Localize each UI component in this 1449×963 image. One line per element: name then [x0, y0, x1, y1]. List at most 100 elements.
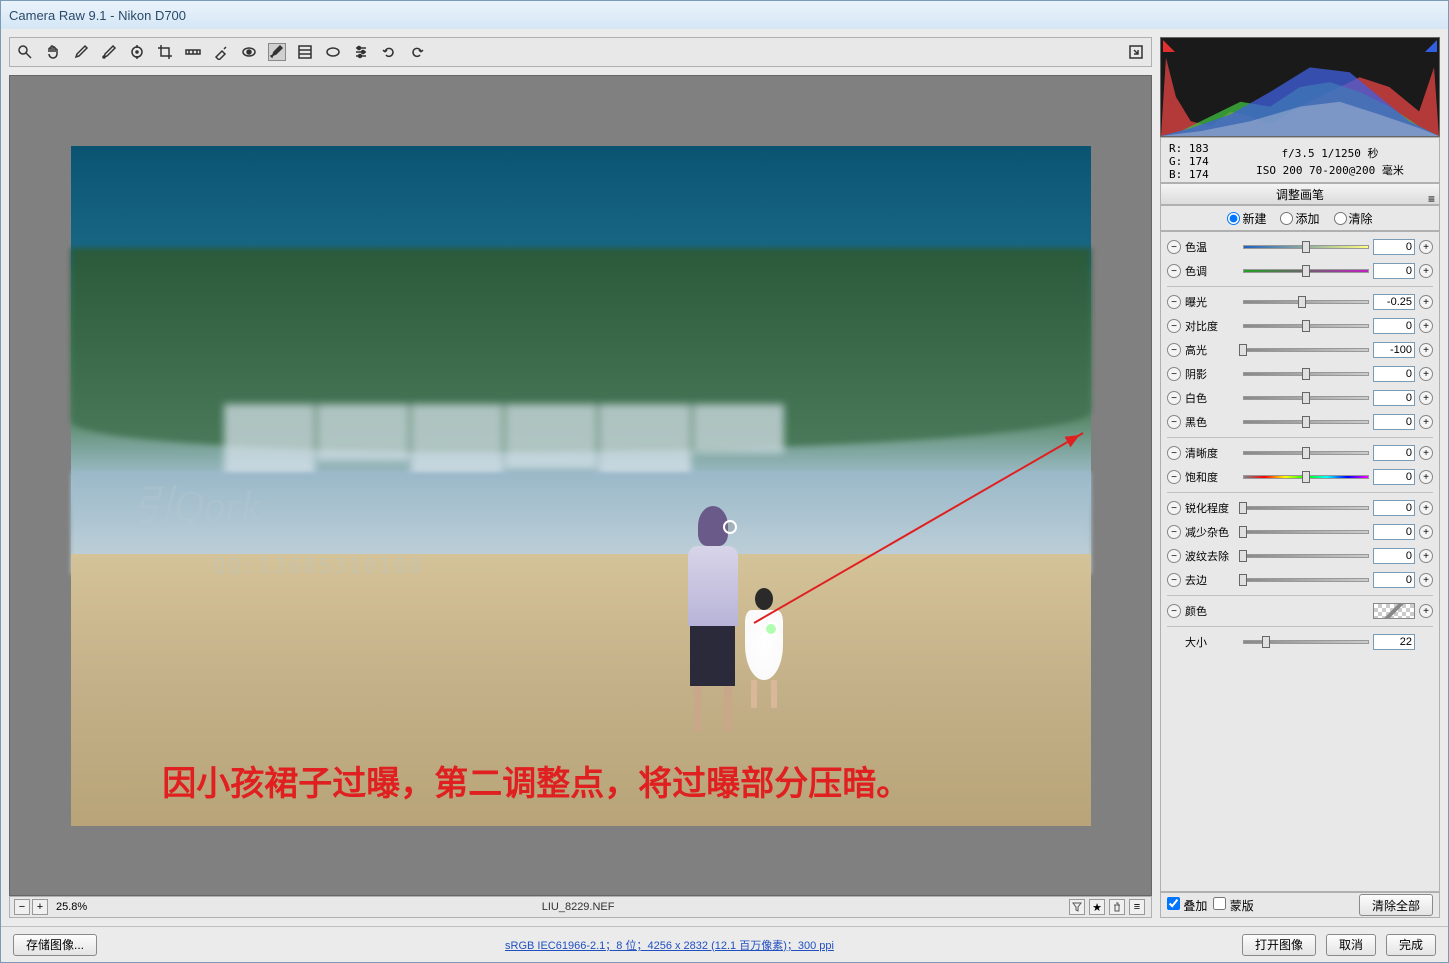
straighten-icon[interactable]	[184, 43, 202, 61]
slider-track-defringe[interactable]	[1243, 574, 1369, 586]
slider-value-saturation[interactable]	[1373, 469, 1415, 485]
panel-menu-icon[interactable]: ≡	[1428, 188, 1435, 210]
slider-minus-noise[interactable]: −	[1167, 525, 1181, 539]
list-icon[interactable]: ≡	[1129, 899, 1145, 915]
done-button[interactable]: 完成	[1386, 934, 1436, 956]
slider-plus-highlights[interactable]: +	[1419, 343, 1433, 357]
slider-plus-blacks[interactable]: +	[1419, 415, 1433, 429]
shadow-clip-icon[interactable]	[1163, 40, 1175, 52]
slider-plus-moire[interactable]: +	[1419, 549, 1433, 563]
slider-value-contrast[interactable]	[1373, 318, 1415, 334]
slider-value-blacks[interactable]	[1373, 414, 1415, 430]
mode-clear[interactable]: 清除	[1334, 210, 1373, 227]
slider-track-size[interactable]	[1243, 636, 1369, 648]
zoom-out-button[interactable]: −	[14, 899, 30, 915]
slider-value-shadows[interactable]	[1373, 366, 1415, 382]
slider-plus-saturation[interactable]: +	[1419, 470, 1433, 484]
slider-track-contrast[interactable]	[1243, 320, 1369, 332]
color-swatch[interactable]	[1373, 603, 1415, 619]
histogram[interactable]	[1160, 37, 1440, 137]
zoom-level[interactable]: 25.8%	[56, 901, 87, 913]
adjustment-brush-icon[interactable]	[268, 43, 286, 61]
prefs-icon[interactable]	[352, 43, 370, 61]
slider-minus-clarity[interactable]: −	[1167, 446, 1181, 460]
slider-minus-defringe[interactable]: −	[1167, 573, 1181, 587]
slider-value-moire[interactable]	[1373, 548, 1415, 564]
slider-minus-contrast[interactable]: −	[1167, 319, 1181, 333]
slider-minus-temp[interactable]: −	[1167, 240, 1181, 254]
slider-minus-shadows[interactable]: −	[1167, 367, 1181, 381]
fullscreen-icon[interactable]	[1127, 43, 1145, 61]
slider-value-sharpen[interactable]	[1373, 500, 1415, 516]
slider-track-clarity[interactable]	[1243, 447, 1369, 459]
rotate-ccw-icon[interactable]	[380, 43, 398, 61]
mode-new[interactable]: 新建	[1227, 210, 1266, 227]
rotate-cw-icon[interactable]	[408, 43, 426, 61]
slider-track-tint[interactable]	[1243, 265, 1369, 277]
slider-track-noise[interactable]	[1243, 526, 1369, 538]
slider-minus-whites[interactable]: −	[1167, 391, 1181, 405]
workflow-link[interactable]: sRGB IEC61966-2.1；8 位；4256 x 2832 (12.1 …	[107, 937, 1232, 953]
color-sampler-icon[interactable]	[100, 43, 118, 61]
slider-track-blacks[interactable]	[1243, 416, 1369, 428]
slider-minus-sharpen[interactable]: −	[1167, 501, 1181, 515]
save-image-button[interactable]: 存储图像...	[13, 934, 97, 956]
slider-plus-whites[interactable]: +	[1419, 391, 1433, 405]
slider-minus-color[interactable]: −	[1167, 604, 1181, 618]
filter-icon[interactable]	[1069, 899, 1085, 915]
slider-minus-blacks[interactable]: −	[1167, 415, 1181, 429]
slider-plus-defringe[interactable]: +	[1419, 573, 1433, 587]
slider-minus-moire[interactable]: −	[1167, 549, 1181, 563]
slider-value-exposure[interactable]	[1373, 294, 1415, 310]
trash-icon[interactable]	[1109, 899, 1125, 915]
mode-add[interactable]: 添加	[1280, 210, 1319, 227]
slider-plus-temp[interactable]: +	[1419, 240, 1433, 254]
slider-plus-contrast[interactable]: +	[1419, 319, 1433, 333]
cancel-button[interactable]: 取消	[1326, 934, 1376, 956]
adjustment-pin-1[interactable]	[723, 520, 737, 534]
slider-value-highlights[interactable]	[1373, 342, 1415, 358]
overlay-checkbox[interactable]: 叠加	[1167, 897, 1207, 914]
slider-value-temp[interactable]	[1373, 239, 1415, 255]
slider-plus-tint[interactable]: +	[1419, 264, 1433, 278]
image-canvas[interactable]: 引Qork QQ:13605310108 因小孩裙子过曝，第二调整点，将过曝部分…	[9, 75, 1152, 896]
slider-plus-noise[interactable]: +	[1419, 525, 1433, 539]
slider-value-whites[interactable]	[1373, 390, 1415, 406]
slider-track-whites[interactable]	[1243, 392, 1369, 404]
slider-plus-clarity[interactable]: +	[1419, 446, 1433, 460]
targeted-adjust-icon[interactable]	[128, 43, 146, 61]
rating-icon[interactable]: ★	[1089, 899, 1105, 915]
slider-minus-highlights[interactable]: −	[1167, 343, 1181, 357]
crop-icon[interactable]	[156, 43, 174, 61]
slider-value-clarity[interactable]	[1373, 445, 1415, 461]
redeye-icon[interactable]	[240, 43, 258, 61]
zoom-in-button[interactable]: +	[32, 899, 48, 915]
slider-track-exposure[interactable]	[1243, 296, 1369, 308]
slider-track-moire[interactable]	[1243, 550, 1369, 562]
slider-track-saturation[interactable]	[1243, 471, 1369, 483]
slider-plus-color[interactable]: +	[1419, 604, 1433, 618]
slider-minus-saturation[interactable]: −	[1167, 470, 1181, 484]
slider-track-temp[interactable]	[1243, 241, 1369, 253]
slider-value-noise[interactable]	[1373, 524, 1415, 540]
clear-all-button[interactable]: 清除全部	[1359, 894, 1433, 916]
zoom-tool-icon[interactable]	[16, 43, 34, 61]
adjustment-pin-2[interactable]	[764, 622, 778, 636]
slider-track-shadows[interactable]	[1243, 368, 1369, 380]
radial-filter-icon[interactable]	[324, 43, 342, 61]
hand-tool-icon[interactable]	[44, 43, 62, 61]
slider-value-size[interactable]	[1373, 634, 1415, 650]
slider-track-sharpen[interactable]	[1243, 502, 1369, 514]
spot-removal-icon[interactable]	[212, 43, 230, 61]
open-image-button[interactable]: 打开图像	[1242, 934, 1316, 956]
mask-checkbox[interactable]: 蒙版	[1213, 897, 1253, 914]
highlight-clip-icon[interactable]	[1425, 40, 1437, 52]
slider-minus-tint[interactable]: −	[1167, 264, 1181, 278]
slider-minus-exposure[interactable]: −	[1167, 295, 1181, 309]
slider-plus-shadows[interactable]: +	[1419, 367, 1433, 381]
slider-value-tint[interactable]	[1373, 263, 1415, 279]
eyedropper-white-icon[interactable]	[72, 43, 90, 61]
slider-track-highlights[interactable]	[1243, 344, 1369, 356]
slider-plus-exposure[interactable]: +	[1419, 295, 1433, 309]
slider-value-defringe[interactable]	[1373, 572, 1415, 588]
